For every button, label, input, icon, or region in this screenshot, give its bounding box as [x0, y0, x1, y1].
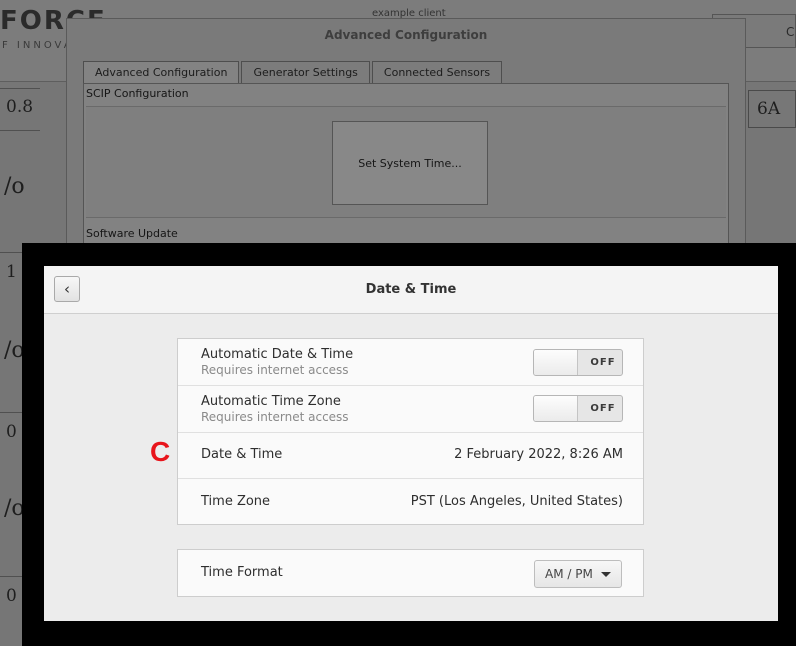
time-zone-value: PST (Los Angeles, United States)	[410, 494, 623, 509]
background-right-cell: 6A	[748, 90, 796, 128]
automatic-date-time-row: Automatic Date & Time Requires internet …	[178, 339, 643, 386]
background-value: 1	[6, 262, 17, 282]
section-scip-configuration: SCIP Configuration	[86, 87, 189, 100]
time-format-dropdown[interactable]: AM / PM	[534, 560, 622, 588]
background-value: 0	[6, 586, 17, 606]
scip-configuration-area: Set System Time...	[86, 106, 726, 218]
section-software-update: Software Update	[86, 227, 178, 240]
time-format-label: Time Format	[201, 565, 283, 580]
date-time-value: 2 February 2022, 8:26 AM	[454, 447, 623, 462]
time-format-row: Time Format AM / PM	[178, 550, 643, 596]
automatic-time-zone-toggle[interactable]: OFF	[533, 395, 623, 422]
caret-down-icon	[601, 572, 611, 577]
toggle-state: OFF	[590, 357, 616, 368]
automatic-time-zone-sublabel: Requires internet access	[201, 410, 349, 424]
automatic-date-time-toggle[interactable]: OFF	[533, 349, 623, 376]
date-time-row[interactable]: Date & Time 2 February 2022, 8:26 AM	[178, 433, 643, 479]
automatic-date-time-sublabel: Requires internet access	[201, 363, 349, 377]
advanced-configuration-title: Advanced Configuration	[324, 28, 488, 42]
annotation-marker: C	[150, 436, 171, 467]
advanced-configuration-tabs: Advanced Configuration Generator Setting…	[83, 61, 504, 83]
tab-connected-sensors[interactable]: Connected Sensors	[371, 61, 503, 83]
background-divider	[0, 88, 40, 89]
background-value: 0.8	[6, 97, 34, 117]
tab-advanced-configuration[interactable]: Advanced Configuration	[83, 61, 240, 83]
automatic-time-zone-label: Automatic Time Zone	[201, 394, 341, 409]
advanced-configuration-window: Advanced Configuration Advanced Configur…	[66, 18, 746, 249]
time-format-selected: AM / PM	[545, 567, 593, 581]
date-time-header: Date & Time ‹	[44, 266, 778, 314]
toggle-knob	[534, 350, 578, 375]
background-value: /o	[4, 174, 25, 199]
background-right-value: 6A	[757, 99, 781, 119]
toggle-knob	[534, 396, 578, 421]
automatic-date-time-label: Automatic Date & Time	[201, 347, 354, 362]
back-button[interactable]: ‹	[54, 276, 80, 302]
time-format-group: Time Format AM / PM	[177, 549, 644, 597]
background-divider	[0, 130, 40, 131]
background-logo-subtitle: F INNOVA	[2, 40, 74, 51]
set-system-time-button[interactable]: Set System Time...	[332, 121, 488, 205]
background-right-label: C	[786, 25, 795, 39]
toggle-state: OFF	[590, 403, 616, 414]
background-value: 0	[6, 422, 17, 442]
advanced-configuration-panel: SCIP Configuration Set System Time... So…	[83, 83, 729, 249]
tab-generator-settings[interactable]: Generator Settings	[241, 61, 370, 83]
date-time-label: Date & Time	[201, 447, 283, 462]
date-time-title: Date & Time	[365, 282, 457, 297]
chevron-left-icon: ‹	[64, 280, 70, 298]
time-zone-row[interactable]: Time Zone PST (Los Angeles, United State…	[178, 479, 643, 524]
automatic-time-zone-row: Automatic Time Zone Requires internet ac…	[178, 386, 643, 433]
date-time-settings-group: Automatic Date & Time Requires internet …	[177, 338, 644, 525]
time-zone-label: Time Zone	[201, 494, 271, 509]
